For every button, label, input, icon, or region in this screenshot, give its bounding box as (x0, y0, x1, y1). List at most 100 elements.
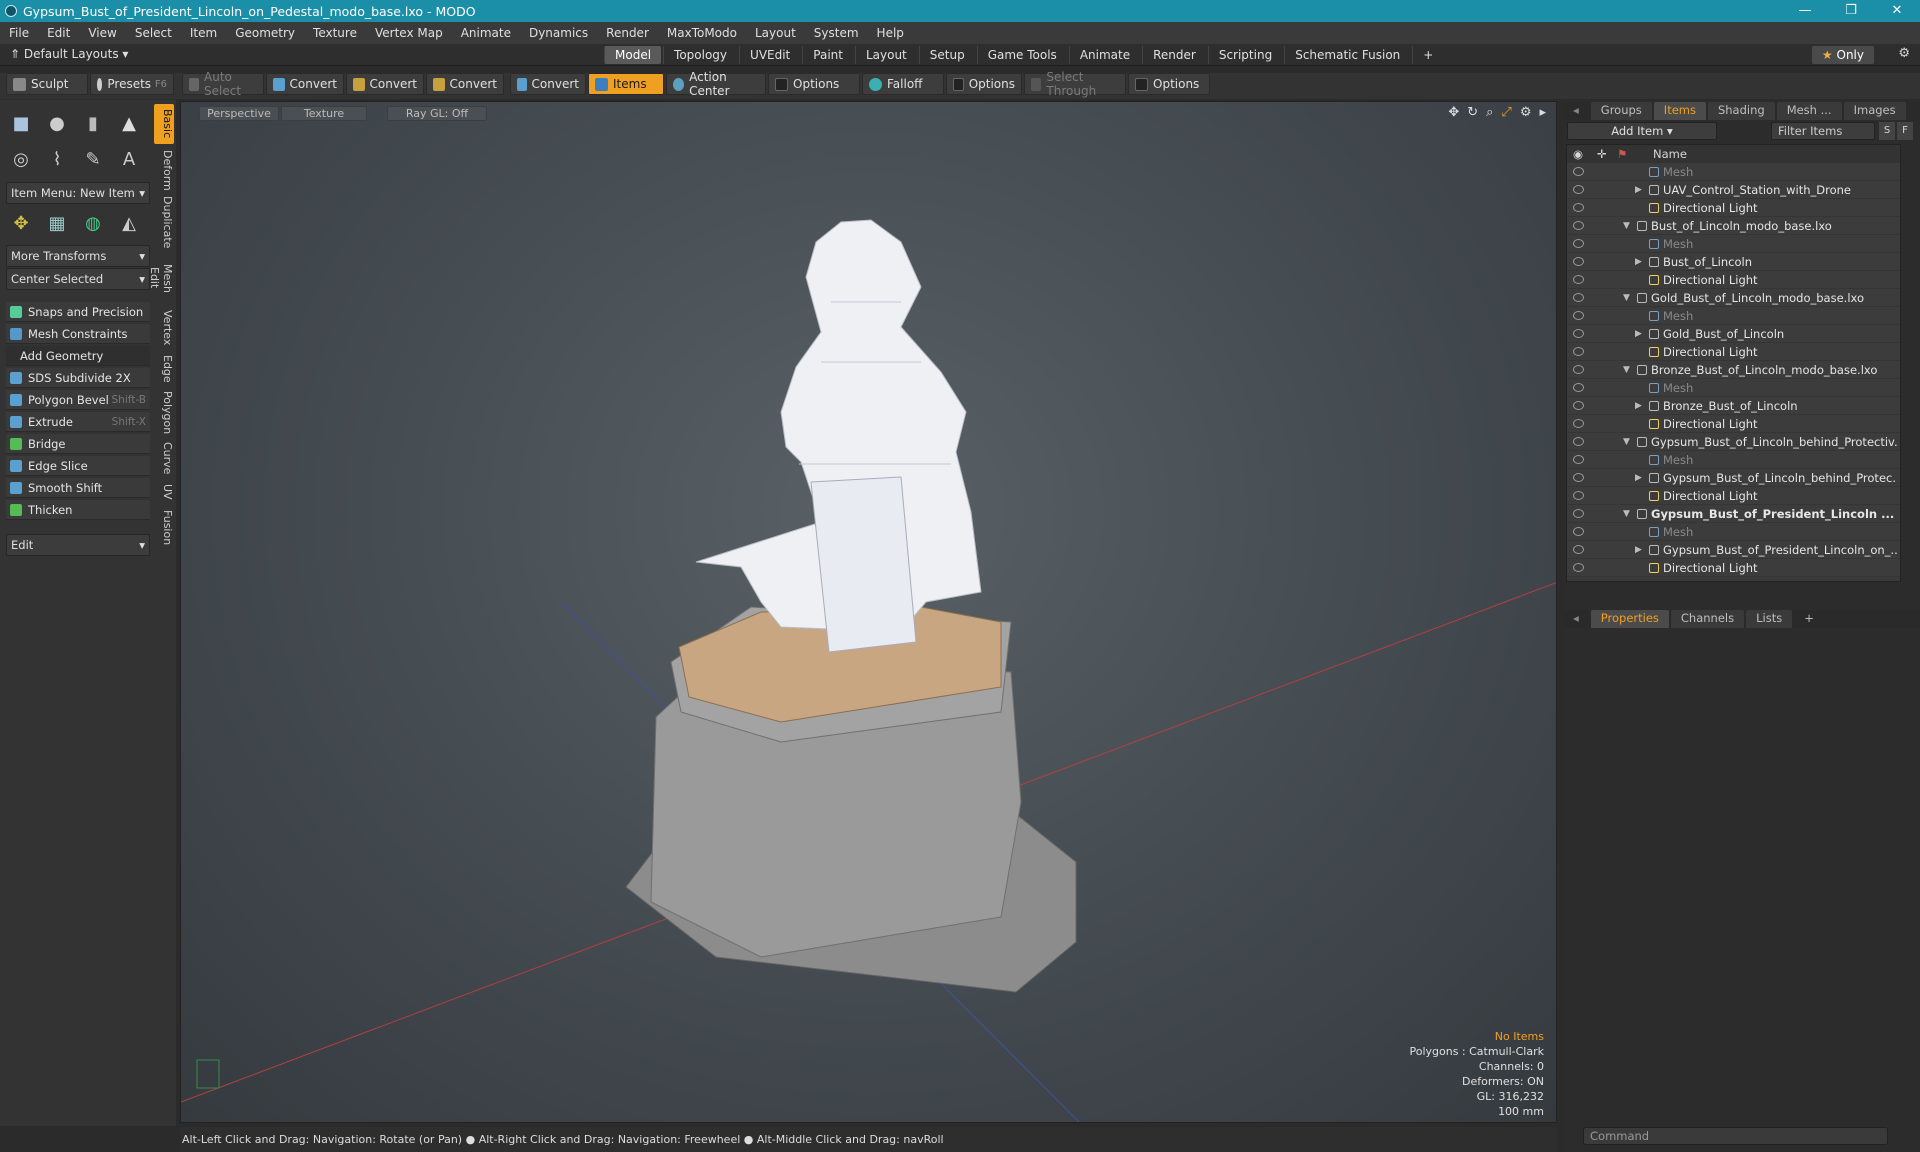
eye-icon[interactable] (1573, 527, 1584, 536)
vtab-fusion[interactable]: Fusion (154, 508, 174, 548)
3d-viewport[interactable]: Perspective Texture Ray GL: Off ✥ ↻ ⌕ ⤢ … (180, 101, 1557, 1123)
add-tab-button[interactable]: + (1412, 46, 1443, 64)
cylinder-icon[interactable]: ▮ (78, 108, 108, 138)
add-item-dropdown[interactable]: Add Item ▾ (1567, 122, 1717, 140)
pyramid-icon[interactable]: ◭ (114, 208, 144, 238)
eye-icon[interactable] (1573, 329, 1584, 338)
tab-paint[interactable]: Paint (802, 46, 853, 64)
expand-arrow-right-icon[interactable]: ▶ (1635, 541, 1642, 559)
close-button[interactable]: ✕ (1874, 0, 1920, 22)
menu-layout[interactable]: Layout (746, 26, 805, 40)
tool-thicken[interactable]: Thicken (6, 500, 150, 520)
maximize-button[interactable]: ❐ (1828, 0, 1874, 22)
vtab-curve[interactable]: Curve (154, 440, 174, 476)
minimize-button[interactable]: — (1782, 0, 1828, 22)
tool-extrude[interactable]: Extrude Shift-X (6, 412, 150, 432)
command-input[interactable]: Command (1583, 1127, 1888, 1145)
tree-row-scene[interactable]: ▼ Bronze_Bust_of_Lincoln_modo_base.lxo (1567, 361, 1900, 379)
eye-icon[interactable] (1573, 509, 1584, 518)
vtab-mesh-edit[interactable]: Mesh Edit (148, 252, 174, 304)
eye-icon[interactable] (1573, 311, 1584, 320)
convert-materials-button[interactable]: Convert (510, 73, 586, 95)
menu-animate[interactable]: Animate (452, 26, 520, 40)
tab-properties[interactable]: Properties (1590, 610, 1669, 628)
options-button-3[interactable]: Options (1128, 73, 1210, 95)
filter-items-input[interactable]: Filter Items (1771, 122, 1875, 140)
menu-dynamics[interactable]: Dynamics (520, 26, 597, 40)
sculpt-button[interactable]: Sculpt (6, 73, 88, 95)
tab-shading[interactable]: Shading (1707, 102, 1775, 120)
expand-arrow-right-icon[interactable]: ▶ (1635, 397, 1642, 415)
tab-model[interactable]: Model (604, 46, 662, 64)
menu-maxtomodo[interactable]: MaxToModo (658, 26, 746, 40)
vtab-polygon[interactable]: Polygon (154, 390, 174, 436)
tree-row-mesh[interactable]: Mesh (1567, 163, 1900, 181)
tab-render[interactable]: Render (1142, 46, 1206, 64)
vtab-deform[interactable]: Deform (154, 148, 174, 192)
tab-topology[interactable]: Topology (663, 46, 737, 64)
convert-polygons-button[interactable]: Convert (426, 73, 504, 95)
tree-row-mesh[interactable]: Mesh (1567, 523, 1900, 541)
tree-row-group[interactable]: ▶ Bust_of_Lincoln (1567, 253, 1900, 271)
menu-file[interactable]: File (0, 26, 38, 40)
tab-scripting[interactable]: Scripting (1207, 46, 1282, 64)
expand-arrow-down-icon[interactable]: ▼ (1623, 361, 1630, 379)
select-through-button[interactable]: Select Through (1024, 70, 1126, 98)
transform-icon[interactable]: ✥ (6, 208, 36, 238)
tree-row-mesh[interactable]: Mesh (1567, 235, 1900, 253)
tab-channels[interactable]: Channels (1670, 610, 1745, 628)
convert-vertices-button[interactable]: Convert (266, 73, 344, 95)
cube-icon[interactable]: ■ (6, 108, 36, 138)
tree-row-light[interactable]: Directional Light (1567, 343, 1900, 361)
tree-row-light[interactable]: Directional Light (1567, 271, 1900, 289)
expand-arrow-right-icon[interactable]: ▶ (1635, 325, 1642, 343)
default-layouts-dropdown[interactable]: ⇑ Default Layouts ▾ (10, 47, 128, 61)
eye-icon[interactable] (1573, 545, 1584, 554)
eye-icon[interactable] (1573, 383, 1584, 392)
options-button-1[interactable]: Options (768, 73, 860, 95)
eye-icon[interactable] (1573, 473, 1584, 482)
eye-icon[interactable] (1573, 365, 1584, 374)
only-toggle[interactable]: ★ Only (1811, 46, 1874, 64)
eye-icon[interactable] (1573, 167, 1584, 176)
items-mode-button[interactable]: Items (588, 73, 664, 95)
tab-lists[interactable]: Lists (1746, 610, 1793, 628)
item-menu-dropdown[interactable]: Item Menu: New Item ▾ (6, 182, 150, 204)
tool-sds-subdivide[interactable]: SDS Subdivide 2X (6, 368, 150, 388)
eye-icon[interactable] (1573, 401, 1584, 410)
vtab-duplicate[interactable]: Duplicate (154, 196, 174, 248)
menu-vertex-map[interactable]: Vertex Map (366, 26, 452, 40)
tab-setup[interactable]: Setup (918, 46, 975, 64)
expand-arrow-down-icon[interactable]: ▼ (1623, 217, 1630, 235)
gear-icon[interactable]: ⚙ (1898, 46, 1910, 61)
tree-row-group[interactable]: ▶ Gypsum_Bust_of_Lincoln_behind_Protec... (1567, 469, 1900, 487)
menu-item[interactable]: Item (181, 26, 226, 40)
eye-icon[interactable] (1573, 347, 1584, 356)
menu-select[interactable]: Select (126, 26, 181, 40)
eye-icon[interactable] (1573, 203, 1584, 212)
center-selected-dropdown[interactable]: Center Selected ▾ (6, 268, 150, 290)
menu-edit[interactable]: Edit (38, 26, 79, 40)
tab-groups[interactable]: Groups (1590, 102, 1652, 120)
tree-row-light[interactable]: Directional Light (1567, 559, 1900, 577)
globe-icon[interactable]: ◍ (78, 208, 108, 238)
item-tree[interactable]: ◉ ✛ ⚑ Name Mesh ▶ UAV_Control_Station_with… (1566, 144, 1901, 582)
menu-system[interactable]: System (805, 26, 868, 40)
render-column-icon[interactable]: ⚑ (1617, 145, 1627, 163)
tree-row-group[interactable]: ▶ Gypsum_Bust_of_President_Lincoln_on_... (1567, 541, 1900, 559)
eye-icon[interactable] (1573, 293, 1584, 302)
tree-row-light[interactable]: Directional Light (1567, 199, 1900, 217)
tree-row-mesh[interactable]: Mesh (1567, 451, 1900, 469)
auto-select-button[interactable]: Auto Select (182, 70, 264, 98)
action-center-button[interactable]: Action Center (666, 70, 766, 98)
tab-game-tools[interactable]: Game Tools (976, 46, 1067, 64)
name-column-header[interactable]: Name (1653, 145, 1687, 163)
mesh-constraints-button[interactable]: Mesh Constraints (6, 324, 150, 344)
eye-icon[interactable] (1573, 419, 1584, 428)
menu-render[interactable]: Render (597, 26, 658, 40)
expand-arrow-right-icon[interactable]: ▶ (1635, 469, 1642, 487)
more-transforms-dropdown[interactable]: More Transforms ▾ (6, 245, 150, 267)
tab-layout[interactable]: Layout (854, 46, 917, 64)
tree-row-scene[interactable]: ▼ Gypsum_Bust_of_Lincoln_behind_Protectiv… (1567, 433, 1900, 451)
lock-column-icon[interactable]: ✛ (1597, 145, 1607, 163)
